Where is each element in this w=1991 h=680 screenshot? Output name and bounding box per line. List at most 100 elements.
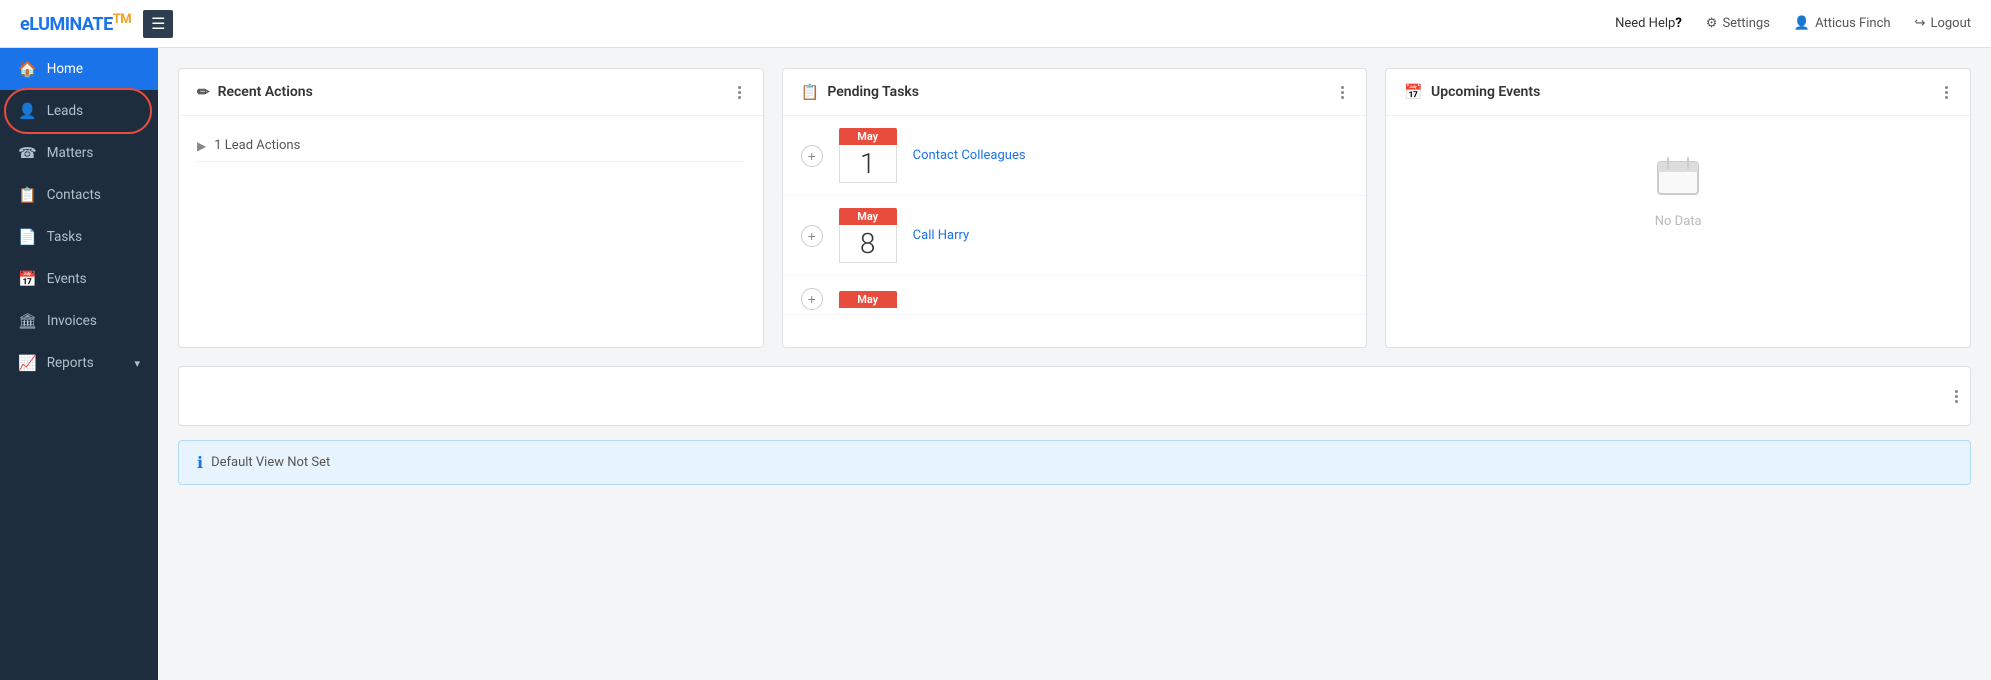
sidebar-item-home[interactable]: 🏠 Home <box>0 48 158 90</box>
pending-tasks-card: 📋 Pending Tasks + May 1 <box>782 68 1368 348</box>
task-link-2[interactable]: Call Harry <box>913 228 970 243</box>
task-date-1: May 1 <box>839 128 897 183</box>
sidebar: 🏠 Home 👤 Leads ☎ Matters 📋 Contacts 📄 Ta… <box>0 48 158 680</box>
upcoming-events-card: 📅 Upcoming Events <box>1385 68 1971 348</box>
sidebar-item-events-label: Events <box>47 271 87 287</box>
recent-actions-title: ✏ Recent Actions <box>197 83 313 101</box>
sidebar-item-leads-label: Leads <box>47 103 83 119</box>
task-add-button-1[interactable]: + <box>801 145 823 167</box>
pending-tasks-title-text: Pending Tasks <box>827 84 919 100</box>
sidebar-item-tasks-label: Tasks <box>47 229 82 245</box>
user-link[interactable]: 👤 Atticus Finch <box>1794 16 1891 31</box>
top-header: eLUMINATETM ☰ Need Help? ⚙ Settings 👤 At… <box>0 0 1991 48</box>
matters-icon: ☎ <box>18 144 37 162</box>
sidebar-item-leads[interactable]: 👤 Leads <box>0 90 158 132</box>
logout-icon: ↪ <box>1915 16 1926 31</box>
no-data-label: No Data <box>1655 214 1702 229</box>
sidebar-item-invoices[interactable]: 🏛 Invoices <box>0 300 158 342</box>
task-day-2: 8 <box>839 225 897 263</box>
logout-label: Logout <box>1930 16 1971 31</box>
dot2 <box>738 91 741 94</box>
header-right: Need Help? ⚙ Settings 👤 Atticus Finch ↪ … <box>1615 16 1971 31</box>
sidebar-item-tasks[interactable]: 📄 Tasks <box>0 216 158 258</box>
sidebar-item-reports-label: Reports <box>47 355 94 371</box>
bottom-menu-button[interactable] <box>1955 390 1958 403</box>
info-bar-message: Default View Not Set <box>211 455 330 470</box>
recent-actions-card: ✏ Recent Actions ▶ 1 Lead Actions <box>178 68 764 348</box>
task-item-1: + May 1 Contact Colleagues <box>783 116 1367 196</box>
sidebar-item-events[interactable]: 📅 Events <box>0 258 158 300</box>
settings-label: Settings <box>1722 16 1769 31</box>
sidebar-item-contacts-label: Contacts <box>47 187 101 203</box>
reports-chevron-icon: ▾ <box>134 357 140 370</box>
no-data-icon <box>1654 156 1702 206</box>
task-add-button-3[interactable]: + <box>801 288 823 310</box>
info-icon: ℹ <box>197 453 203 472</box>
pending-tasks-header: 📋 Pending Tasks <box>783 69 1367 116</box>
task-add-button-2[interactable]: + <box>801 225 823 247</box>
sidebar-item-matters[interactable]: ☎ Matters <box>0 132 158 174</box>
recent-actions-title-text: Recent Actions <box>218 84 313 100</box>
tasks-icon: 📄 <box>18 228 37 246</box>
lead-actions-row[interactable]: ▶ 1 Lead Actions <box>197 130 745 162</box>
need-help-label: Need Help? <box>1615 16 1682 31</box>
recent-actions-body: ▶ 1 Lead Actions <box>179 116 763 176</box>
task-date-2: May 8 <box>839 208 897 263</box>
reports-icon: 📈 <box>18 354 37 372</box>
task-item-2: + May 8 Call Harry <box>783 196 1367 276</box>
pending-tasks-menu-button[interactable] <box>1337 84 1348 101</box>
task-day-1: 1 <box>839 145 897 183</box>
dot3 <box>738 96 741 99</box>
user-name: Atticus Finch <box>1815 16 1890 31</box>
contacts-icon: 📋 <box>18 186 37 204</box>
upcoming-events-title-text: Upcoming Events <box>1431 84 1540 100</box>
logo-area: eLUMINATETM ☰ <box>20 10 173 38</box>
user-icon: 👤 <box>1794 16 1810 31</box>
task-item-3: + May <box>783 276 1367 315</box>
upcoming-events-header: 📅 Upcoming Events <box>1386 69 1970 116</box>
settings-link[interactable]: ⚙ Settings <box>1706 16 1770 31</box>
invoices-icon: 🏛 <box>18 312 37 330</box>
task-month-1: May <box>839 128 897 145</box>
logout-link[interactable]: ↪ Logout <box>1915 16 1971 31</box>
upcoming-events-menu-button[interactable] <box>1941 84 1952 101</box>
dot1 <box>1945 86 1948 89</box>
main-layout: 🏠 Home 👤 Leads ☎ Matters 📋 Contacts 📄 Ta… <box>0 48 1991 680</box>
gear-icon: ⚙ <box>1706 16 1718 31</box>
lead-actions-label: 1 Lead Actions <box>214 138 300 153</box>
leads-icon: 👤 <box>18 102 37 120</box>
hamburger-menu-button[interactable]: ☰ <box>143 10 173 38</box>
edit-icon: ✏ <box>197 83 210 101</box>
dot3 <box>1955 400 1958 403</box>
sidebar-item-matters-label: Matters <box>47 145 94 161</box>
logo: eLUMINATETM <box>20 12 131 35</box>
content-area: ✏ Recent Actions ▶ 1 Lead Actions <box>158 48 1991 680</box>
upcoming-events-title: 📅 Upcoming Events <box>1404 83 1540 101</box>
dot2 <box>1341 91 1344 94</box>
dot2 <box>1955 395 1958 398</box>
cards-row: ✏ Recent Actions ▶ 1 Lead Actions <box>178 68 1971 348</box>
task-month-3: May <box>839 291 897 308</box>
dot1 <box>738 86 741 89</box>
sidebar-item-home-label: Home <box>47 61 83 77</box>
recent-actions-header: ✏ Recent Actions <box>179 69 763 116</box>
events-icon: 📅 <box>18 270 37 288</box>
no-data-area: No Data <box>1386 116 1970 269</box>
chevron-right-icon: ▶ <box>197 139 206 153</box>
calendar-icon: 📅 <box>1404 83 1423 101</box>
clipboard-icon: 📋 <box>801 83 820 101</box>
dot3 <box>1945 96 1948 99</box>
task-date-3: May <box>839 291 897 308</box>
dot2 <box>1945 91 1948 94</box>
dot1 <box>1341 86 1344 89</box>
dot3 <box>1341 96 1344 99</box>
logo-tm: TM <box>113 12 131 27</box>
pending-tasks-title: 📋 Pending Tasks <box>801 83 919 101</box>
info-bar: ℹ Default View Not Set <box>178 440 1971 485</box>
task-link-1[interactable]: Contact Colleagues <box>913 148 1026 163</box>
sidebar-item-reports[interactable]: 📈 Reports ▾ <box>0 342 158 384</box>
sidebar-item-contacts[interactable]: 📋 Contacts <box>0 174 158 216</box>
dot1 <box>1955 390 1958 393</box>
recent-actions-menu-button[interactable] <box>734 84 745 101</box>
task-month-2: May <box>839 208 897 225</box>
